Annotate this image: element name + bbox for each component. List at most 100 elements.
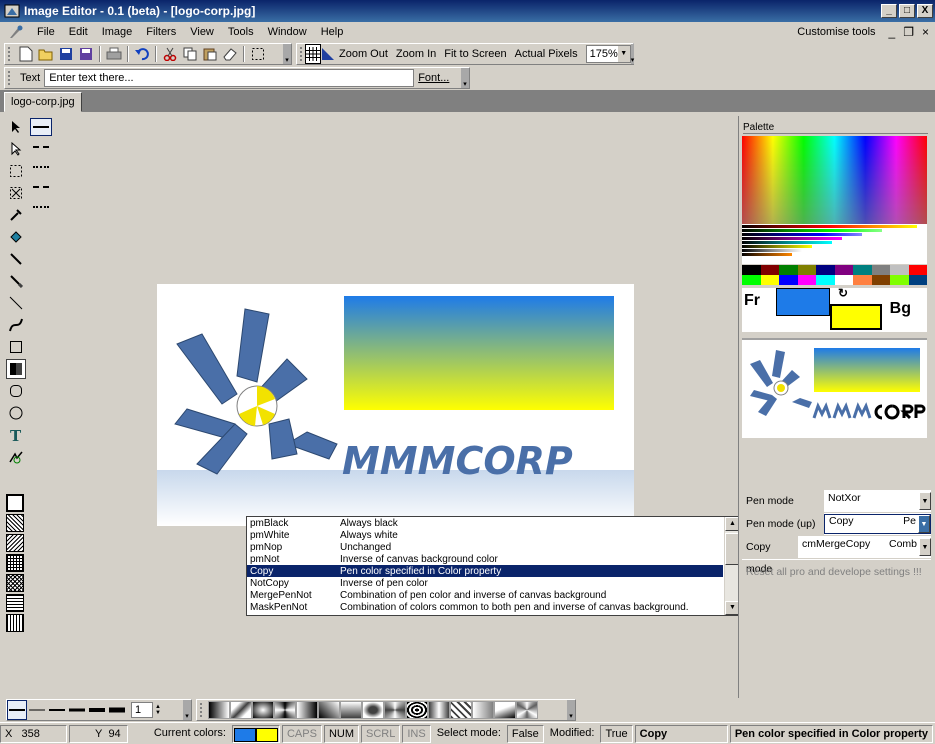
pattern-vertical[interactable] bbox=[6, 614, 24, 632]
pen-mode-option[interactable]: NotCopy Inverse of pen color bbox=[247, 577, 723, 589]
pattern-cross[interactable] bbox=[6, 554, 24, 572]
zoom-in-button[interactable]: Zoom In bbox=[392, 48, 440, 60]
line-solid-option[interactable] bbox=[7, 700, 27, 720]
mdi-restore-button[interactable]: ❐ bbox=[903, 25, 914, 39]
font-button[interactable]: Font... bbox=[414, 72, 453, 84]
line-thin-option[interactable] bbox=[27, 700, 47, 720]
brush-star-2[interactable] bbox=[384, 701, 406, 719]
brush-gradient-5[interactable] bbox=[472, 701, 494, 719]
maximize-button[interactable]: □ bbox=[899, 4, 915, 18]
toolbar-grip[interactable] bbox=[8, 47, 13, 61]
pattern-bdiagonal[interactable] bbox=[6, 514, 24, 532]
brush-gradient-3[interactable] bbox=[340, 701, 362, 719]
line-style-dashdot[interactable] bbox=[30, 178, 52, 196]
eraser-icon[interactable] bbox=[220, 44, 240, 64]
line-medium-option[interactable] bbox=[47, 700, 67, 720]
color-swatch[interactable] bbox=[908, 275, 927, 285]
save-icon[interactable] bbox=[56, 44, 76, 64]
brush-zigzag[interactable] bbox=[450, 701, 472, 719]
brush-star[interactable] bbox=[362, 701, 384, 719]
copy-icon[interactable] bbox=[180, 44, 200, 64]
line-style-dot[interactable] bbox=[30, 158, 52, 176]
filled-rectangle-tool-icon[interactable] bbox=[6, 359, 26, 379]
menu-filters[interactable]: Filters bbox=[139, 26, 183, 38]
fit-to-screen-button[interactable]: Fit to Screen bbox=[440, 48, 510, 60]
menu-help[interactable]: Help bbox=[314, 26, 351, 38]
rectangle-tool-icon[interactable] bbox=[6, 337, 26, 357]
pen-mode-option[interactable]: pmWhite Always white bbox=[247, 529, 723, 541]
color-swatch[interactable] bbox=[890, 275, 909, 285]
chevron-down-icon[interactable]: ▼ bbox=[918, 515, 930, 533]
toolbar-options-button[interactable]: ▾ bbox=[567, 700, 575, 720]
line-heavy-option[interactable] bbox=[87, 700, 107, 720]
app-menu-icon[interactable] bbox=[8, 24, 24, 40]
chevron-down-icon[interactable]: ▼ bbox=[919, 492, 931, 510]
ellipse-tool-icon[interactable] bbox=[6, 403, 26, 423]
color-swatch[interactable] bbox=[742, 275, 761, 285]
toolbar-grip[interactable] bbox=[8, 71, 13, 85]
mdi-close-button[interactable]: × bbox=[922, 25, 929, 39]
tab-logo-corp[interactable]: logo-corp.jpg bbox=[4, 92, 82, 112]
pen-mode-move-select[interactable]: NotXor ▼ bbox=[824, 492, 931, 510]
color-swatch[interactable] bbox=[871, 265, 890, 275]
menu-file[interactable]: File bbox=[30, 26, 62, 38]
foreground-color-swatch[interactable] bbox=[776, 288, 830, 316]
line-tool-icon[interactable] bbox=[6, 293, 26, 313]
minimize-button[interactable]: _ bbox=[881, 4, 897, 18]
brush-gradient-4[interactable] bbox=[428, 701, 450, 719]
undo-icon[interactable] bbox=[132, 44, 152, 64]
line-style-dash[interactable] bbox=[30, 138, 52, 156]
pen-mode-option[interactable]: MaskPenNot Combination of colors common t… bbox=[247, 601, 723, 613]
pen-mode-option[interactable]: pmNot Inverse of canvas background color bbox=[247, 553, 723, 565]
brush-burst[interactable] bbox=[516, 701, 538, 719]
line-width-spinner[interactable]: ▲ ▼ bbox=[155, 704, 161, 716]
paste-icon[interactable] bbox=[200, 44, 220, 64]
open-folder-icon[interactable] bbox=[36, 44, 56, 64]
toolbar-grip[interactable] bbox=[300, 47, 302, 61]
pointer-tool-icon[interactable] bbox=[6, 117, 26, 137]
menu-edit[interactable]: Edit bbox=[62, 26, 95, 38]
chevron-down-icon[interactable]: ▼ bbox=[617, 46, 630, 62]
menu-tools[interactable]: Tools bbox=[221, 26, 261, 38]
brush-tool-icon[interactable] bbox=[6, 271, 26, 291]
line-thick-option[interactable] bbox=[67, 700, 87, 720]
brush-gradient-1[interactable] bbox=[208, 701, 230, 719]
pattern-fdiagonal[interactable] bbox=[6, 534, 24, 552]
grid-icon[interactable] bbox=[305, 44, 321, 64]
toolbar-options-button[interactable]: ▾ bbox=[283, 44, 291, 64]
brush-rings[interactable] bbox=[406, 701, 428, 719]
color-swatches[interactable] bbox=[742, 265, 927, 285]
color-swatch[interactable] bbox=[816, 265, 835, 275]
color-swatch[interactable] bbox=[760, 275, 779, 285]
pen-mode-option[interactable]: pmBlack Always black bbox=[247, 517, 723, 529]
pattern-horizontal[interactable] bbox=[6, 594, 24, 612]
color-swatch[interactable] bbox=[742, 265, 761, 275]
crop-tool-icon[interactable] bbox=[6, 183, 26, 203]
chevron-down-icon[interactable]: ▼ bbox=[919, 538, 931, 556]
color-spectrum[interactable] bbox=[742, 136, 927, 224]
customise-tools-menu[interactable]: Customise tools bbox=[790, 26, 882, 38]
brush-diamond[interactable] bbox=[274, 701, 296, 719]
brush-chevron[interactable] bbox=[230, 701, 252, 719]
color-shades[interactable] bbox=[742, 224, 927, 264]
brush-gradient-2[interactable] bbox=[296, 701, 318, 719]
color-swatch[interactable] bbox=[890, 265, 909, 275]
brush-triangle[interactable] bbox=[494, 701, 516, 719]
color-swatch[interactable] bbox=[797, 265, 816, 275]
triangle-tool-icon[interactable] bbox=[321, 44, 335, 64]
toolbar-options-button[interactable]: ▾ bbox=[183, 700, 191, 720]
cut-icon[interactable] bbox=[160, 44, 180, 64]
line-extra-option[interactable] bbox=[107, 700, 127, 720]
menu-window[interactable]: Window bbox=[261, 26, 314, 38]
toolbar-grip[interactable] bbox=[200, 703, 205, 717]
pencil-tool-icon[interactable] bbox=[6, 249, 26, 269]
pen-mode-option[interactable]: Copy Pen color specified in Color propert… bbox=[247, 565, 723, 577]
navigator-thumbnail[interactable] bbox=[742, 338, 927, 438]
color-swatch[interactable] bbox=[853, 265, 872, 275]
save-all-icon[interactable] bbox=[76, 44, 96, 64]
menu-view[interactable]: View bbox=[183, 26, 221, 38]
zoom-out-button[interactable]: Zoom Out bbox=[335, 48, 392, 60]
color-swatch[interactable] bbox=[760, 265, 779, 275]
color-swatch[interactable] bbox=[834, 275, 853, 285]
copy-mode-select[interactable]: cmMergeCopy Comb ▼ bbox=[798, 538, 931, 556]
